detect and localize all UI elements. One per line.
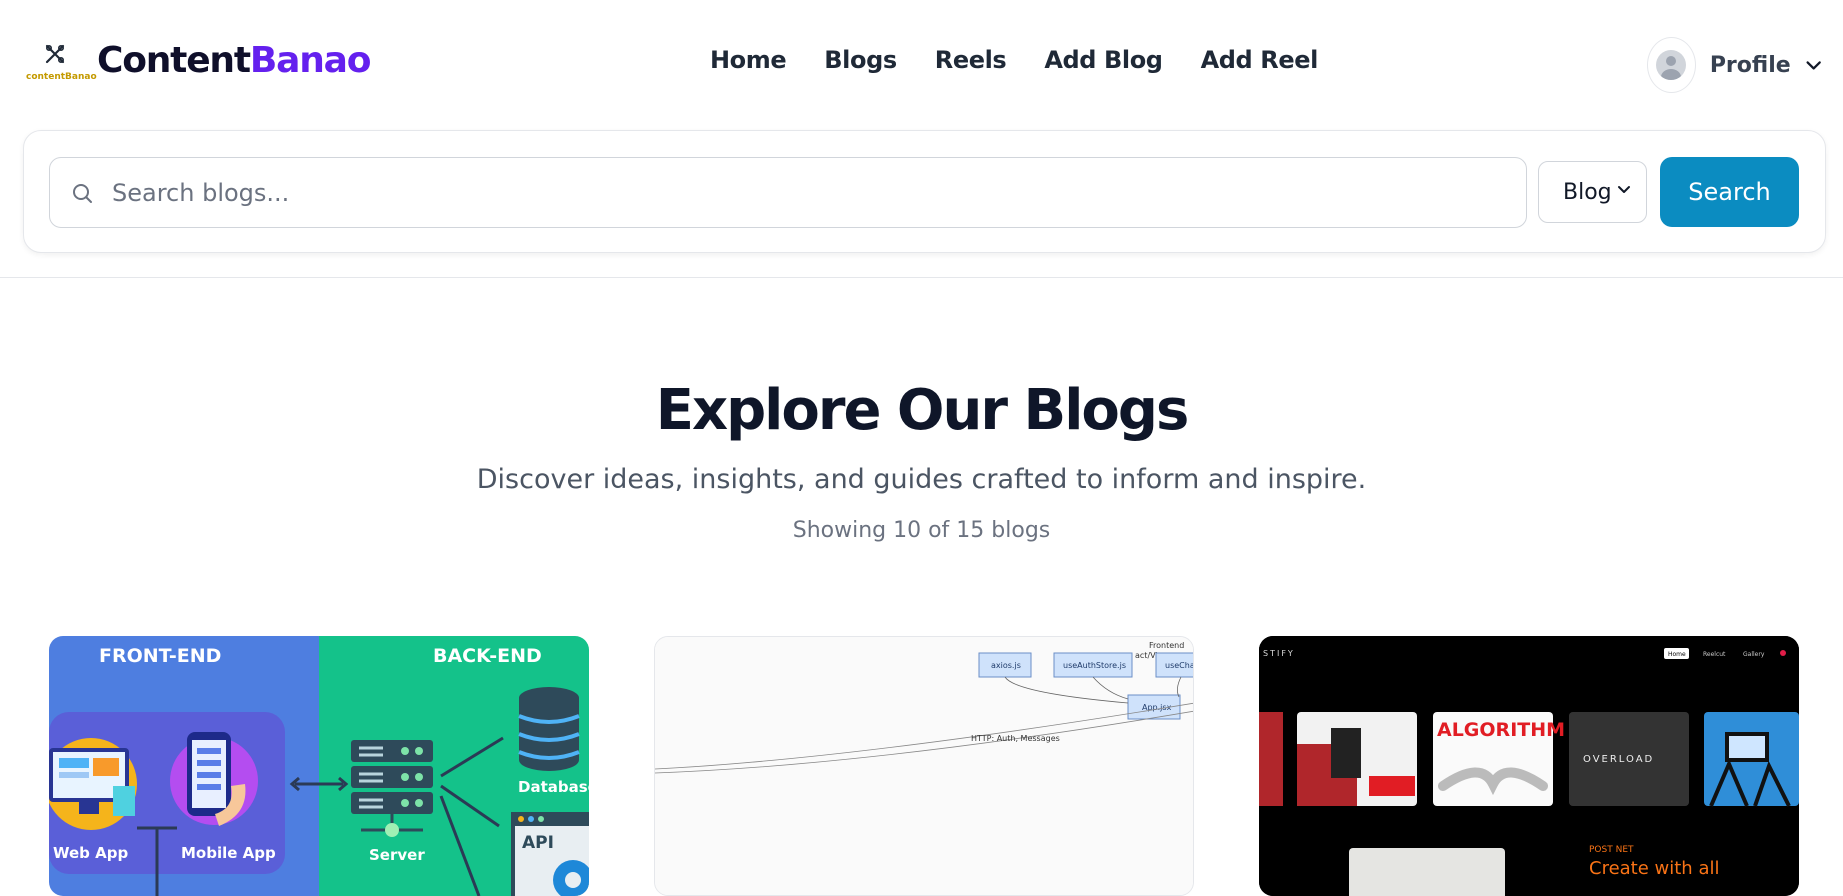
header-divider: [0, 277, 1843, 278]
site-nav-reelcut: Reelcut: [1703, 651, 1726, 658]
logo-subtext: contentBanao: [26, 72, 97, 82]
diagram-edge-label: HTTP: Auth, Messages: [971, 734, 1060, 743]
tile-overload: OVERLOAD: [1583, 754, 1654, 765]
nav-add-reel[interactable]: Add Reel: [1201, 46, 1319, 74]
content-type-select[interactable]: Blog: [1538, 161, 1647, 223]
label-database: Database: [518, 778, 589, 796]
chevron-down-icon: [1618, 186, 1630, 193]
diagram-node-axios: axios.js: [991, 661, 1021, 670]
avatar: [1656, 50, 1687, 80]
main-nav: Home Blogs Reels Add Blog Add Reel: [710, 46, 1356, 74]
blog-card[interactable]: Frontend act/Vi axios.js useAuthStore.js…: [654, 636, 1194, 896]
tile-algorithm: ALGORITHM: [1437, 719, 1565, 741]
nav-blogs[interactable]: Blogs: [824, 46, 897, 74]
brand-name-part1: Content: [97, 40, 251, 81]
brand-name[interactable]: ContentBanao: [97, 40, 372, 81]
logo[interactable]: contentBanao: [26, 42, 97, 86]
search-panel: Blog Search: [23, 130, 1826, 253]
site-nav-gallery: Gallery: [1743, 651, 1765, 658]
site-nav-home: Home: [1668, 651, 1686, 658]
profile-label: Profile: [1709, 52, 1791, 78]
label-server: Server: [369, 846, 425, 864]
search-button[interactable]: Search: [1660, 157, 1799, 227]
page-subtitle: Discover ideas, insights, and guides cra…: [476, 464, 1367, 495]
post-tag: POST NET: [1589, 845, 1634, 855]
blog-card[interactable]: FRONT-END BACK-END Web App Mobile App Se…: [49, 636, 589, 896]
profile-menu[interactable]: Profile: [1647, 37, 1822, 93]
diagram-node-usechat: useChat: [1165, 661, 1194, 670]
label-back-end: BACK-END: [433, 645, 542, 667]
nav-home[interactable]: Home: [710, 46, 787, 74]
label-mobile-app: Mobile App: [181, 844, 276, 862]
blog-card-image: STIFY Home Reelcut Gallery ALGORITHM OVE…: [1259, 636, 1799, 896]
content-type-selected: Blog: [1563, 179, 1612, 205]
diagram-node-authstore: useAuthStore.js: [1063, 661, 1126, 670]
nav-add-blog[interactable]: Add Blog: [1044, 46, 1163, 74]
brand-name-part2: Banao: [249, 40, 372, 81]
post-headline: Create with all: [1589, 858, 1719, 879]
logo-icon: [45, 44, 65, 64]
blog-count: Showing 10 of 15 blogs: [792, 518, 1051, 543]
label-front-end: FRONT-END: [99, 645, 221, 667]
nav-reels[interactable]: Reels: [935, 46, 1007, 74]
search-box: [49, 157, 1527, 228]
label-web-app: Web App: [53, 844, 128, 862]
diagram-label-frontend: Frontend: [1149, 641, 1184, 650]
search-icon: [73, 184, 92, 203]
search-input[interactable]: [112, 158, 1512, 227]
blog-card[interactable]: STIFY Home Reelcut Gallery ALGORITHM OVE…: [1259, 636, 1799, 896]
label-api: API: [522, 833, 554, 853]
diagram-label-frontend-sub: act/Vi: [1135, 651, 1158, 660]
site-brand: STIFY: [1263, 649, 1295, 658]
page-title: Explore Our Blogs: [655, 378, 1190, 443]
blog-card-image: Frontend act/Vi axios.js useAuthStore.js…: [655, 637, 1194, 895]
blog-card-image: FRONT-END BACK-END Web App Mobile App Se…: [49, 636, 589, 896]
navbar: contentBanao ContentBanao Home Blogs Ree…: [0, 0, 1843, 128]
chevron-down-icon: [1806, 61, 1821, 70]
avatar-ring: [1647, 37, 1696, 93]
